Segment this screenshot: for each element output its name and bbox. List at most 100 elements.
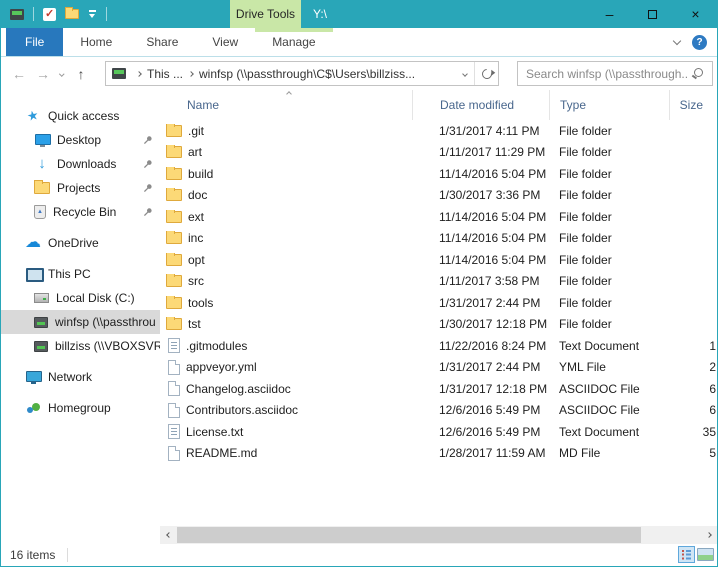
sidebar-item-winfsp-passthrou[interactable]: winfsp (\\passthrou xyxy=(1,310,160,334)
file-row-changelog-asciidoc[interactable]: Changelog.asciidoc 1/31/2017 12:18 PM AS… xyxy=(160,378,717,400)
search-icon[interactable] xyxy=(691,67,705,81)
address-separator xyxy=(474,62,475,85)
file-name: Contributors.asciidoc xyxy=(186,403,298,417)
recent-locations-icon[interactable] xyxy=(55,72,69,76)
ribbon-collapse-icon[interactable] xyxy=(673,37,681,45)
sidebar-item-recycle-bin[interactable]: Recycle Bin xyxy=(1,200,160,224)
column-header-size[interactable]: Size xyxy=(669,90,717,120)
sidebar-item-projects[interactable]: Projects xyxy=(1,176,160,200)
tab-file[interactable]: File xyxy=(6,28,63,56)
breadcrumb-this-pc[interactable]: This ... xyxy=(147,67,183,81)
file-type: ASCIIDOC File xyxy=(549,382,669,396)
refresh-icon[interactable] xyxy=(480,66,494,80)
scroll-left-arrow[interactable] xyxy=(160,526,177,544)
breadcrumb-chevron-icon[interactable] xyxy=(136,71,142,77)
column-header-type[interactable]: Type xyxy=(549,90,669,120)
folder-icon xyxy=(166,211,182,223)
file-icon xyxy=(168,403,180,418)
checkmark-icon[interactable] xyxy=(43,8,56,21)
horizontal-scrollbar[interactable] xyxy=(160,526,717,544)
file-row-doc[interactable]: doc 1/30/2017 3:36 PM File folder xyxy=(160,185,717,207)
file-name: build xyxy=(188,167,213,181)
scroll-right-arrow[interactable] xyxy=(700,526,717,544)
tab-home[interactable]: Home xyxy=(63,28,129,56)
window-title: Y:\ xyxy=(313,0,327,28)
file-list-pane: Name Date modified Type Size .git 1/31/2… xyxy=(160,90,717,526)
view-switcher xyxy=(678,546,714,563)
sidebar-item-network[interactable]: Network xyxy=(1,365,160,389)
sidebar-item-desktop[interactable]: Desktop xyxy=(1,128,160,152)
new-folder-icon[interactable] xyxy=(65,9,79,19)
ribbon-right-controls: ? xyxy=(674,28,717,57)
details-view-button[interactable] xyxy=(678,546,695,563)
file-type: ASCIIDOC File xyxy=(549,403,669,417)
file-date-modified: 1/31/2017 2:44 PM xyxy=(412,296,549,310)
folder-icon xyxy=(166,275,182,287)
file-name: .git xyxy=(188,124,204,138)
file-date-modified: 11/14/2016 5:04 PM xyxy=(412,167,549,181)
help-icon[interactable]: ? xyxy=(692,35,707,50)
file-row-src[interactable]: src 1/11/2017 3:58 PM File folder xyxy=(160,271,717,293)
search-input[interactable] xyxy=(518,67,691,81)
file-size: 6 xyxy=(669,403,717,417)
folder-icon xyxy=(166,125,182,137)
file-row-gitmodules[interactable]: .gitmodules 11/22/2016 8:24 PM Text Docu… xyxy=(160,335,717,357)
file-row-tools[interactable]: tools 1/31/2017 2:44 PM File folder xyxy=(160,292,717,314)
file-name: inc xyxy=(188,231,203,245)
local-disk-icon xyxy=(34,293,49,303)
file-row-license-txt[interactable]: License.txt 12/6/2016 5:49 PM Text Docum… xyxy=(160,421,717,443)
file-type: File folder xyxy=(549,124,669,138)
breadcrumb-current-path[interactable]: winfsp (\\passthrough\C$\Users\billziss.… xyxy=(199,67,463,81)
column-header-date-modified[interactable]: Date modified xyxy=(412,90,549,120)
file-type: File folder xyxy=(549,317,669,331)
file-row-tst[interactable]: tst 1/30/2017 12:18 PM File folder xyxy=(160,314,717,336)
file-row-inc[interactable]: inc 11/14/2016 5:04 PM File folder xyxy=(160,228,717,250)
sidebar-item-billziss-vboxsvr[interactable]: billziss (\\VBOXSVR) xyxy=(1,334,160,358)
breadcrumb-chevron-icon[interactable] xyxy=(188,71,194,77)
file-row-ext[interactable]: ext 11/14/2016 5:04 PM File folder xyxy=(160,206,717,228)
forward-button[interactable]: → xyxy=(31,66,55,82)
file-name: License.txt xyxy=(186,425,243,439)
computer-icon xyxy=(112,68,126,79)
file-name: doc xyxy=(188,188,207,202)
file-row-appveyor-yml[interactable]: appveyor.yml 1/31/2017 2:44 PM YML File … xyxy=(160,357,717,379)
qat-dropdown-icon[interactable] xyxy=(88,10,97,18)
tab-share[interactable]: Share xyxy=(129,28,195,56)
sidebar-item-local-disk-c[interactable]: Local Disk (C:) xyxy=(1,286,160,310)
minimize-button[interactable]: – xyxy=(588,0,631,28)
address-bar[interactable]: This ... winfsp (\\passthrough\C$\Users\… xyxy=(105,61,499,86)
tab-manage[interactable]: Manage xyxy=(255,28,332,56)
file-text-icon xyxy=(168,338,180,353)
file-row-contributors-asciidoc[interactable]: Contributors.asciidoc 12/6/2016 5:49 PM … xyxy=(160,400,717,422)
file-type: YML File xyxy=(549,360,669,374)
quick-access-toolbar xyxy=(1,7,107,21)
window-icon[interactable] xyxy=(10,9,24,20)
address-dropdown-icon[interactable] xyxy=(462,71,468,77)
file-row-art[interactable]: art 1/11/2017 11:29 PM File folder xyxy=(160,142,717,164)
file-text-icon xyxy=(168,424,180,439)
maximize-button[interactable] xyxy=(631,0,674,28)
ribbon-tab-row: File Home Share View Manage xyxy=(1,28,717,57)
address-bar-row: ← → ↑ This ... winfsp (\\passthrough\C$\… xyxy=(1,57,717,90)
file-type: File folder xyxy=(549,274,669,288)
file-size: 2 xyxy=(669,360,717,374)
thumbnails-view-button[interactable] xyxy=(697,548,714,561)
column-headers: Name Date modified Type Size xyxy=(160,90,717,120)
file-name: Changelog.asciidoc xyxy=(186,382,291,396)
file-row-git[interactable]: .git 1/31/2017 4:11 PM File folder xyxy=(160,120,717,142)
close-button[interactable]: × xyxy=(674,0,717,28)
drive-tools-contextual-tab[interactable]: Drive Tools xyxy=(230,0,301,28)
sidebar-item-this-pc[interactable]: This PC xyxy=(1,262,160,286)
scrollbar-thumb[interactable] xyxy=(177,527,641,543)
file-row-build[interactable]: build 11/14/2016 5:04 PM File folder xyxy=(160,163,717,185)
up-button[interactable]: ↑ xyxy=(69,66,93,82)
file-row-readme-md[interactable]: README.md 1/28/2017 11:59 AM MD File 5 xyxy=(160,443,717,465)
back-button[interactable]: ← xyxy=(7,66,31,82)
sidebar-item-quick-access[interactable]: Quick access xyxy=(1,104,160,128)
tab-view[interactable]: View xyxy=(195,28,255,56)
sidebar-item-homegroup[interactable]: Homegroup xyxy=(1,396,160,420)
file-date-modified: 11/14/2016 5:04 PM xyxy=(412,231,549,245)
sidebar-item-downloads[interactable]: Downloads xyxy=(1,152,160,176)
sidebar-item-onedrive[interactable]: OneDrive xyxy=(1,231,160,255)
file-row-opt[interactable]: opt 11/14/2016 5:04 PM File folder xyxy=(160,249,717,271)
